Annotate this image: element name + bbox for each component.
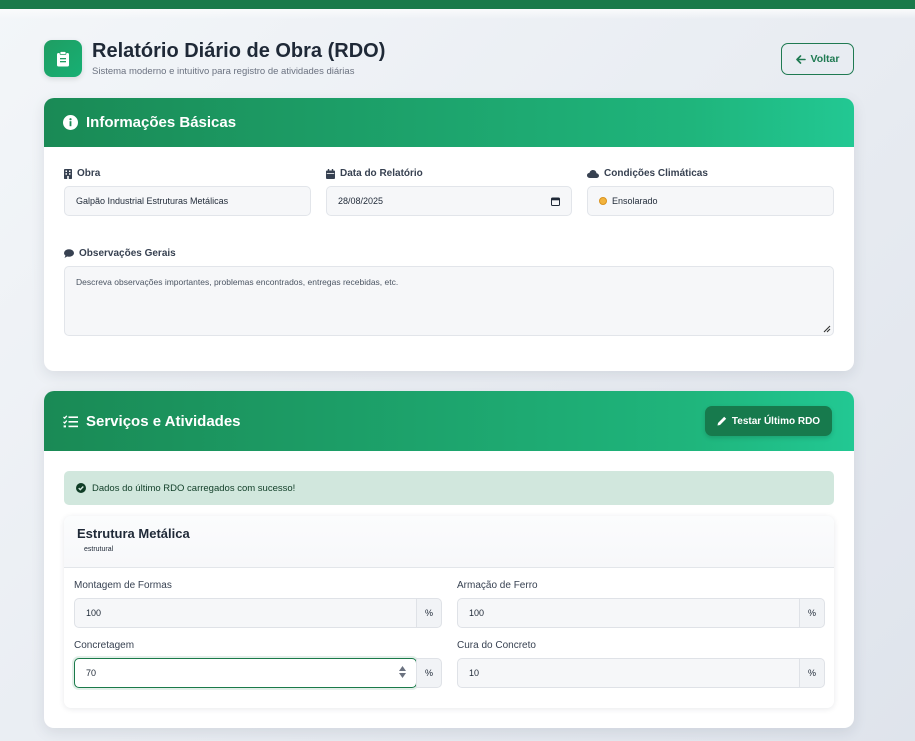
weather-label: Condições Climáticas: [587, 168, 708, 179]
calendar-icon: [326, 168, 335, 179]
services-header: Serviços e Atividades Testar Último RDO: [44, 391, 854, 451]
basic-info-card: Informações Básicas Obra Galpão Industri…: [44, 98, 854, 371]
service-item-input[interactable]: 100: [74, 598, 417, 628]
pencil-icon: [717, 416, 727, 426]
service-item-input[interactable]: 70: [74, 658, 417, 688]
percent-suffix: %: [416, 658, 442, 688]
back-button-label: Voltar: [810, 53, 840, 65]
percent-suffix: %: [416, 598, 442, 628]
list-check-icon: [63, 414, 78, 427]
service-item-label: Montagem de Formas: [74, 580, 172, 591]
resize-handle-icon[interactable]: [822, 324, 831, 333]
info-circle-icon: [63, 115, 78, 130]
date-input[interactable]: 28/08/2025: [326, 186, 572, 216]
page-subtitle: Sistema moderno e intuitivo para registr…: [92, 66, 355, 77]
calendar-picker-icon[interactable]: [551, 197, 560, 206]
number-spinner[interactable]: [399, 666, 406, 678]
test-last-rdo-button[interactable]: Testar Último RDO: [705, 406, 832, 436]
back-button[interactable]: Voltar: [781, 43, 854, 75]
date-label: Data do Relatório: [326, 168, 423, 179]
service-item-label: Armação de Ferro: [457, 580, 538, 591]
service-item-label: Concretagem: [74, 640, 135, 651]
chevron-down-icon[interactable]: [399, 673, 406, 678]
sun-icon: [599, 197, 607, 205]
notes-textarea[interactable]: Descreva observações importantes, proble…: [64, 266, 834, 336]
percent-suffix: %: [799, 658, 825, 688]
service-item-input[interactable]: 10: [457, 658, 800, 688]
services-card: Serviços e Atividades Testar Último RDO …: [44, 391, 854, 728]
service-item-label: Cura do Concreto: [457, 640, 536, 651]
page-title: Relatório Diário de Obra (RDO): [92, 40, 386, 62]
basic-info-title: Informações Básicas: [86, 114, 237, 131]
comment-icon: [64, 249, 74, 258]
obra-select[interactable]: Galpão Industrial Estruturas Metálicas: [64, 186, 311, 216]
check-circle-icon: [76, 483, 86, 493]
chevron-up-icon[interactable]: [399, 666, 406, 671]
service-card-header: Estrutura Metálica estrutural: [64, 516, 834, 568]
notes-label: Observações Gerais: [64, 248, 176, 259]
basic-info-header: Informações Básicas: [44, 98, 854, 147]
obra-label: Obra: [64, 168, 100, 179]
arrow-left-icon: [795, 54, 806, 64]
top-accent-bar: [0, 0, 915, 9]
top-bar-shadow: [0, 9, 915, 19]
service-item-input[interactable]: 100: [457, 598, 800, 628]
building-icon: [64, 168, 72, 179]
clipboard-icon: [44, 40, 82, 77]
cloud-icon: [587, 169, 599, 178]
services-title: Serviços e Atividades: [86, 412, 241, 430]
weather-select[interactable]: Ensolarado: [587, 186, 834, 216]
service-name: Estrutura Metálica: [77, 526, 190, 541]
success-alert: Dados do último RDO carregados com suces…: [64, 471, 834, 505]
percent-suffix: %: [799, 598, 825, 628]
service-category-badge: estrutural: [84, 546, 114, 553]
service-card: Estrutura Metálica estrutural Montagem d…: [64, 516, 834, 708]
